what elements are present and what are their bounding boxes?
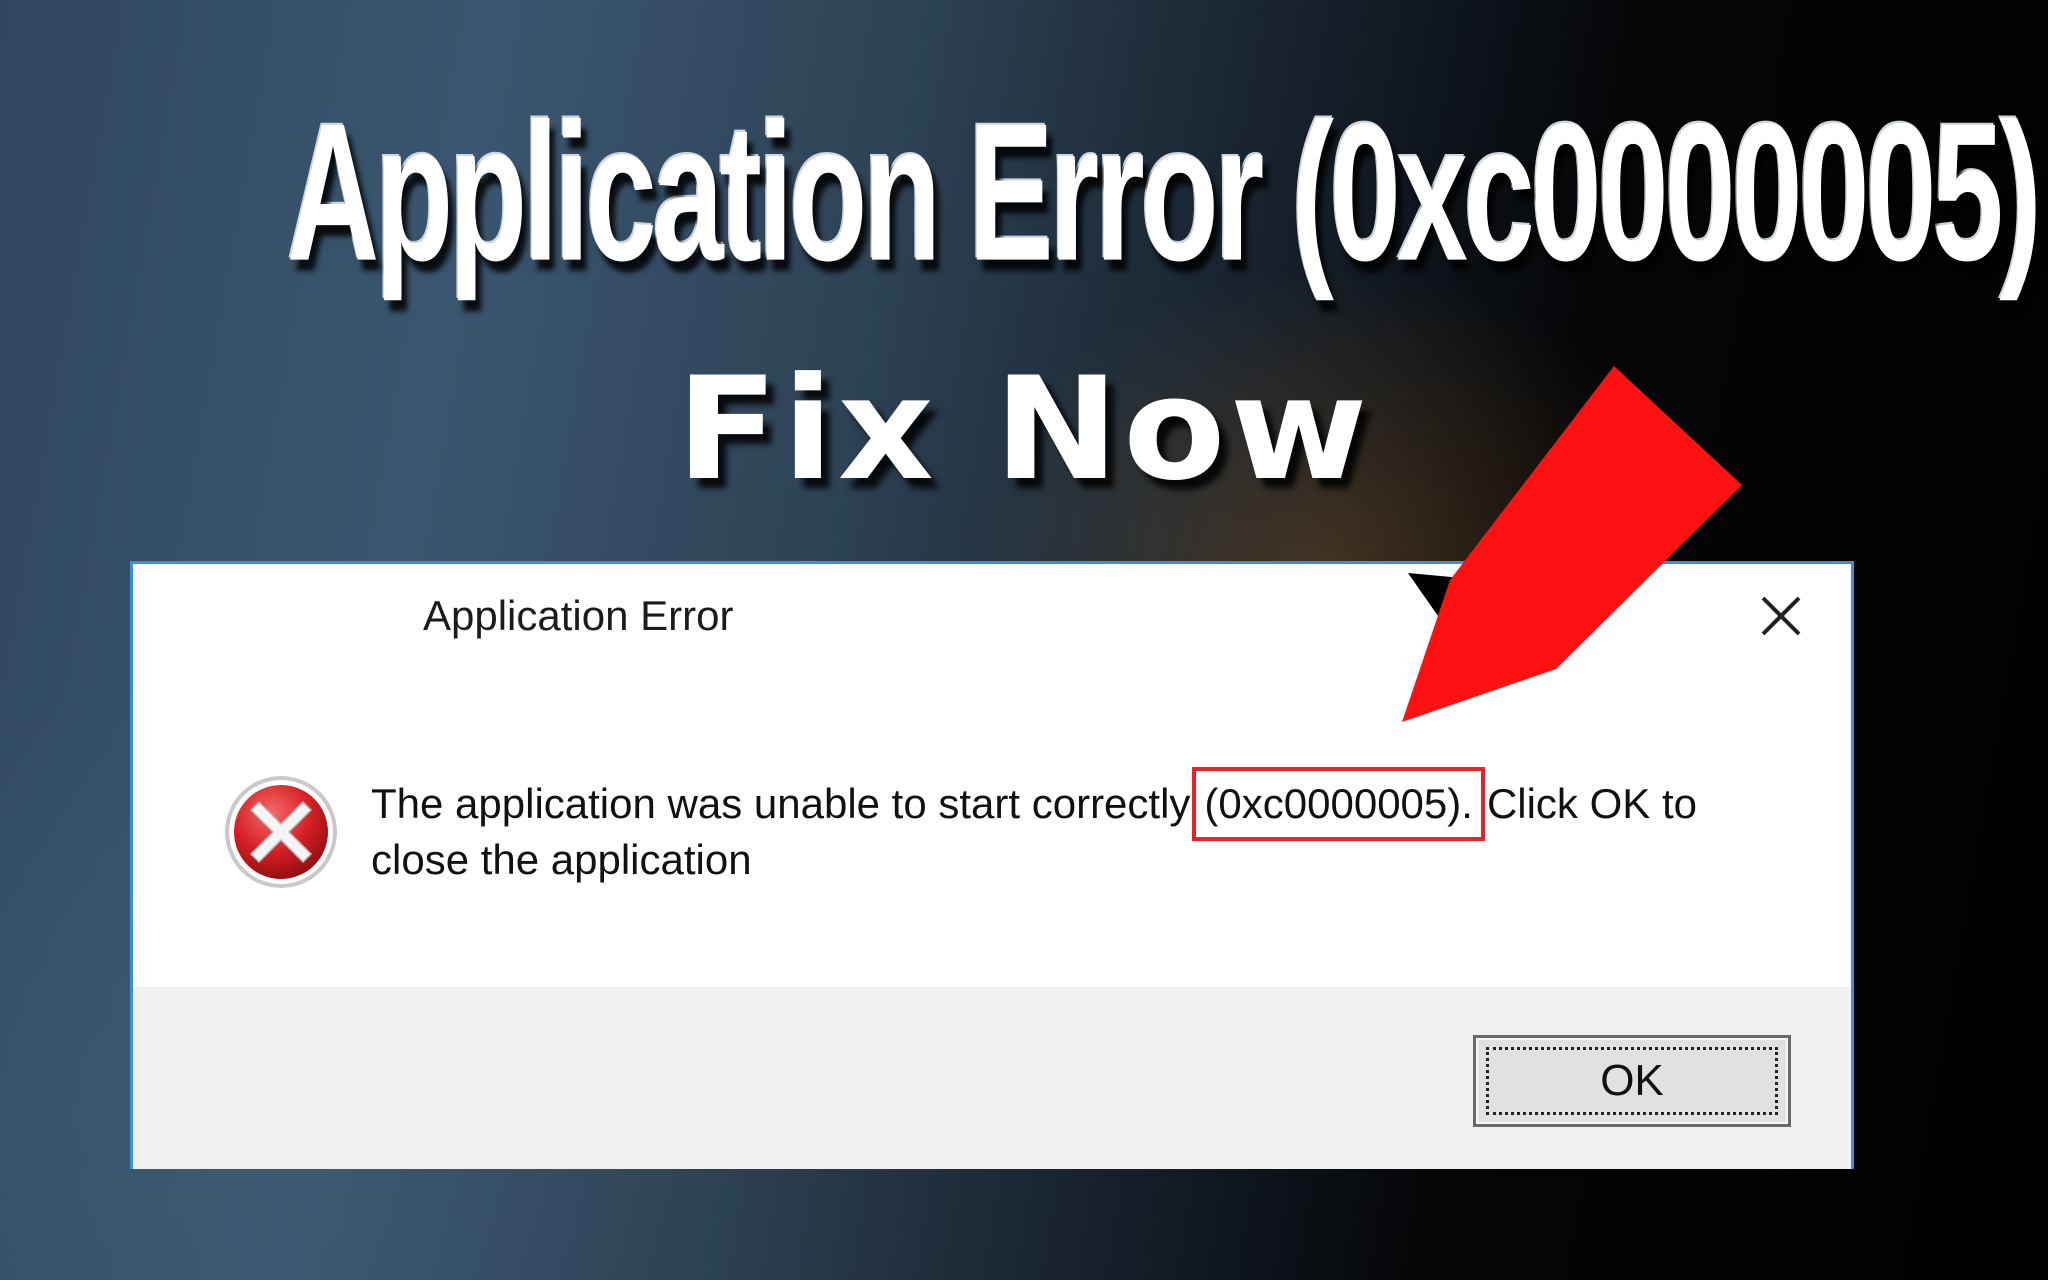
message-text-after: Click OK to [1486,780,1697,827]
close-button[interactable] [1751,586,1811,646]
error-message: The application was unable to start corr… [371,767,1771,888]
message-line-2: close the application [371,836,752,883]
red-arrow-icon [1402,366,1742,722]
headline-title: Application Error (0xc0000005) [286,82,2042,302]
dialog-footer: OK [133,987,1851,1169]
close-icon [1761,596,1801,636]
error-code-highlight: (0xc0000005). [1192,767,1485,841]
dialog-title: Application Error [423,592,734,639]
message-text: The application was unable to start corr… [371,780,1191,827]
message-line-1: The application was unable to start corr… [371,767,1771,841]
ok-button-label: OK [1600,1056,1664,1105]
error-x-icon [221,772,341,892]
ok-button[interactable]: OK [1473,1035,1791,1127]
